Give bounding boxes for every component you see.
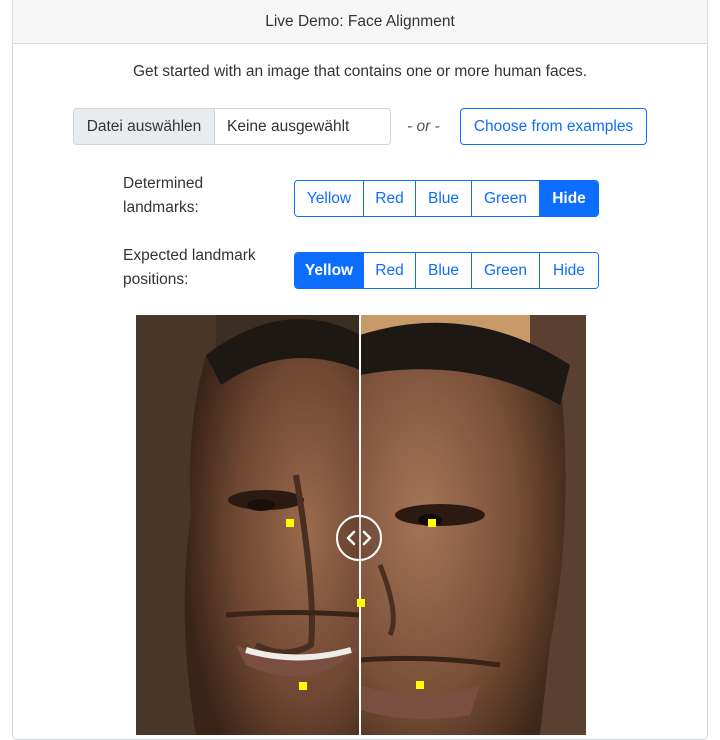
landmark-mouth-left bbox=[299, 682, 307, 690]
determined-red-button[interactable]: Red bbox=[364, 181, 416, 216]
determined-yellow-button[interactable]: Yellow bbox=[295, 181, 364, 216]
expected-red-button[interactable]: Red bbox=[364, 253, 416, 288]
file-input-group[interactable]: Datei auswählen Keine ausgewählt bbox=[73, 108, 391, 145]
or-separator: - or - bbox=[407, 118, 440, 135]
face-alignment-card: Live Demo: Face Alignment Get started wi… bbox=[12, 0, 708, 740]
landmark-mouth-right bbox=[416, 681, 424, 689]
comparison-handle[interactable] bbox=[336, 515, 382, 561]
landmark-left-eye bbox=[286, 519, 294, 527]
expected-blue-button[interactable]: Blue bbox=[416, 253, 472, 288]
choose-file-button[interactable]: Datei auswählen bbox=[74, 109, 215, 144]
expected-green-button[interactable]: Green bbox=[472, 253, 540, 288]
determined-blue-button[interactable]: Blue bbox=[416, 181, 472, 216]
determined-hide-button[interactable]: Hide bbox=[540, 181, 598, 216]
landmark-nose bbox=[357, 599, 365, 607]
expected-landmarks-toggle: Yellow Red Blue Green Hide bbox=[294, 252, 599, 289]
determined-green-button[interactable]: Green bbox=[472, 181, 540, 216]
face-photo-original bbox=[360, 315, 586, 735]
image-comparison-slider[interactable] bbox=[136, 315, 586, 735]
expected-yellow-button[interactable]: Yellow bbox=[295, 253, 364, 288]
intro-text: Get started with an image that contains … bbox=[132, 63, 588, 80]
landmark-right-eye bbox=[428, 519, 436, 527]
determined-landmarks-toggle: Yellow Red Blue Green Hide bbox=[294, 180, 599, 217]
file-name-display: Keine ausgewählt bbox=[227, 118, 350, 135]
expected-hide-button[interactable]: Hide bbox=[540, 253, 598, 288]
choose-examples-button[interactable]: Choose from examples bbox=[460, 108, 647, 145]
determined-landmarks-label: Determined landmarks: bbox=[123, 175, 204, 216]
chevron-left-right-icon bbox=[346, 530, 372, 546]
card-header: Live Demo: Face Alignment bbox=[13, 0, 707, 44]
face-photo-aligned bbox=[136, 315, 360, 735]
expected-landmarks-label: Expected landmark positions: bbox=[123, 247, 256, 288]
